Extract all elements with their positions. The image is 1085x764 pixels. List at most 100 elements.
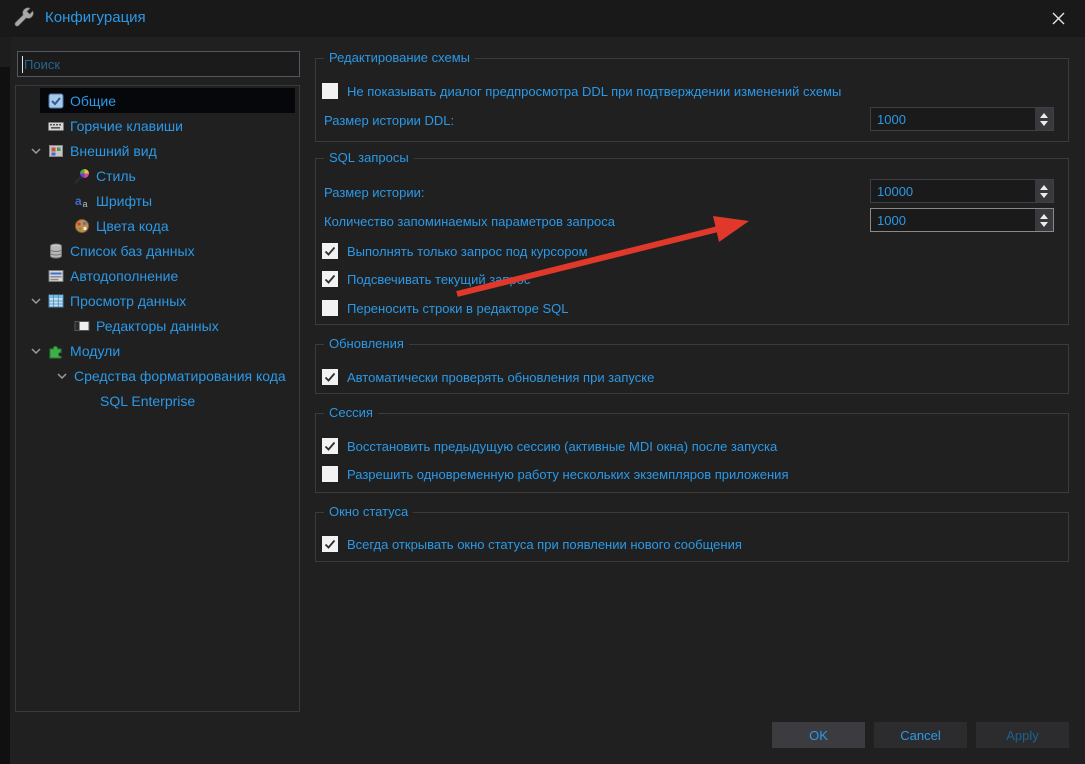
checkbox-label[interactable]: Выполнять только запрос под курсором — [347, 244, 588, 259]
always-open-status-checkbox[interactable] — [322, 536, 338, 552]
fonts-icon: aa — [74, 193, 96, 209]
tree-item-label[interactable]: Редакторы данных — [96, 318, 219, 334]
tree-item-label[interactable]: Горячие клавиши — [70, 118, 183, 134]
tree-item-label[interactable]: Цвета кода — [96, 218, 169, 234]
text-caret — [22, 56, 23, 73]
ddl-history-spinner[interactable]: 1000 — [870, 107, 1054, 131]
spinner-buttons[interactable] — [1035, 209, 1053, 231]
group-title: SQL запросы — [324, 150, 414, 165]
tree-item-label[interactable]: Модули — [70, 343, 120, 359]
svg-text:a: a — [75, 194, 82, 208]
params-count-label: Количество запоминаемых параметров запро… — [324, 214, 615, 229]
ok-button[interactable]: OK — [772, 722, 865, 748]
tree-item-code-formatting[interactable]: Средства форматирования кода — [16, 363, 299, 388]
tree-item-fonts[interactable]: aa Шрифты — [16, 188, 299, 213]
group-status-window: Окно статуса Всегда открывать окно стату… — [315, 512, 1069, 562]
code-colors-icon — [74, 218, 96, 234]
search-box — [17, 51, 300, 77]
tree-item-data-editors[interactable]: Редакторы данных — [16, 313, 299, 338]
titlebar: Конфигурация — [0, 0, 1085, 37]
tree-item-label[interactable]: Общие — [70, 93, 116, 109]
wrench-icon — [12, 7, 36, 31]
settings-tree: Общие Горячие клавиши Внешний вид Стиль … — [15, 85, 300, 712]
tree-item-label[interactable]: SQL Enterprise — [100, 393, 195, 409]
close-icon[interactable] — [1043, 5, 1073, 31]
tree-item-data-view[interactable]: Просмотр данных — [16, 288, 299, 313]
checkbox-label[interactable]: Всегда открывать окно статуса при появле… — [347, 537, 742, 552]
ddl-preview-row: Не показывать диалог предпросмотра DDL п… — [322, 82, 841, 100]
params-count-spinner[interactable]: 1000 — [870, 208, 1054, 232]
tree-item-label[interactable]: Внешний вид — [70, 143, 157, 159]
left-dock-strip — [0, 37, 10, 764]
group-title: Обновления — [324, 336, 409, 351]
tree-item-code-colors[interactable]: Цвета кода — [16, 213, 299, 238]
group-title: Сессия — [324, 405, 378, 420]
appearance-icon — [48, 143, 70, 159]
modules-icon — [48, 343, 70, 359]
general-icon — [48, 93, 70, 109]
execute-under-cursor-checkbox[interactable] — [322, 243, 338, 259]
spinner-value[interactable]: 1000 — [871, 112, 1035, 127]
spin-down-icon[interactable] — [1040, 222, 1048, 227]
tree-item-label[interactable]: Список баз данных — [70, 243, 195, 259]
apply-button[interactable]: Apply — [976, 722, 1069, 748]
tree-item-label[interactable]: Стиль — [96, 168, 136, 184]
highlight-current-row: Подсвечивать текущий запрос — [322, 270, 530, 288]
history-size-spinner[interactable]: 10000 — [870, 179, 1054, 203]
checkbox-label[interactable]: Переносить строки в редакторе SQL — [347, 301, 568, 316]
tree-item-style[interactable]: Стиль — [16, 163, 299, 188]
tree-item-database-list[interactable]: Список баз данных — [16, 238, 299, 263]
spinner-buttons[interactable] — [1035, 108, 1053, 130]
tree-item-label[interactable]: Просмотр данных — [70, 293, 186, 309]
cancel-button[interactable]: Cancel — [874, 722, 967, 748]
dialog-buttons: OK Cancel Apply — [772, 722, 1069, 748]
group-session: Сессия Восстановить предыдущую сессию (а… — [315, 413, 1069, 493]
settings-main-panel: Редактирование схемы Не показывать диало… — [315, 45, 1069, 562]
group-schema-editing: Редактирование схемы Не показывать диало… — [315, 58, 1069, 142]
wrap-lines-checkbox[interactable] — [322, 300, 338, 316]
search-input[interactable] — [18, 52, 299, 76]
tree-item-label[interactable]: Шрифты — [96, 193, 152, 209]
restore-session-row: Восстановить предыдущую сессию (активные… — [322, 437, 777, 455]
multiple-instances-checkbox[interactable] — [322, 466, 338, 482]
tree-item-modules[interactable]: Модули — [16, 338, 299, 363]
spinner-buttons[interactable] — [1035, 180, 1053, 202]
checkbox-label[interactable]: Восстановить предыдущую сессию (активные… — [347, 439, 777, 454]
chevron-down-icon[interactable] — [24, 293, 48, 309]
ddl-history-label: Размер истории DDL: — [324, 113, 454, 128]
data-view-icon — [48, 293, 70, 309]
database-list-icon — [48, 243, 70, 259]
always-open-status-row: Всегда открывать окно статуса при появле… — [322, 535, 742, 553]
group-updates: Обновления Автоматически проверять обнов… — [315, 344, 1069, 394]
chevron-down-icon[interactable] — [50, 368, 74, 384]
checkbox-label[interactable]: Подсвечивать текущий запрос — [347, 272, 530, 287]
hotkeys-icon — [48, 118, 70, 134]
tree-item-label[interactable]: Автодополнение — [70, 268, 178, 284]
tree-item-appearance[interactable]: Внешний вид — [16, 138, 299, 163]
checkbox-label[interactable]: Автоматически проверять обновления при з… — [347, 370, 654, 385]
tree-item-general[interactable]: Общие — [16, 88, 299, 113]
chevron-down-icon[interactable] — [24, 343, 48, 359]
tree-item-label[interactable]: Средства форматирования кода — [74, 368, 286, 384]
spinner-value[interactable]: 1000 — [871, 213, 1035, 228]
group-title: Окно статуса — [324, 504, 413, 519]
tree-item-autocomplete[interactable]: Автодополнение — [16, 263, 299, 288]
auto-check-updates-checkbox[interactable] — [322, 369, 338, 385]
checkbox-label[interactable]: Разрешить одновременную работу нескольки… — [347, 467, 788, 482]
autocomplete-icon — [48, 268, 70, 284]
group-sql-queries: SQL запросы Размер истории: 10000 Количе… — [315, 158, 1069, 325]
group-title: Редактирование схемы — [324, 50, 475, 65]
spin-up-icon[interactable] — [1040, 113, 1048, 118]
spin-up-icon[interactable] — [1040, 185, 1048, 190]
spin-up-icon[interactable] — [1040, 214, 1048, 219]
highlight-current-checkbox[interactable] — [322, 271, 338, 287]
ddl-preview-checkbox[interactable] — [322, 83, 338, 99]
spinner-value[interactable]: 10000 — [871, 184, 1035, 199]
restore-session-checkbox[interactable] — [322, 438, 338, 454]
spin-down-icon[interactable] — [1040, 121, 1048, 126]
checkbox-label[interactable]: Не показывать диалог предпросмотра DDL п… — [347, 84, 841, 99]
chevron-down-icon[interactable] — [24, 143, 48, 159]
tree-item-hotkeys[interactable]: Горячие клавиши — [16, 113, 299, 138]
spin-down-icon[interactable] — [1040, 193, 1048, 198]
tree-item-sql-enterprise[interactable]: SQL Enterprise — [16, 388, 299, 413]
